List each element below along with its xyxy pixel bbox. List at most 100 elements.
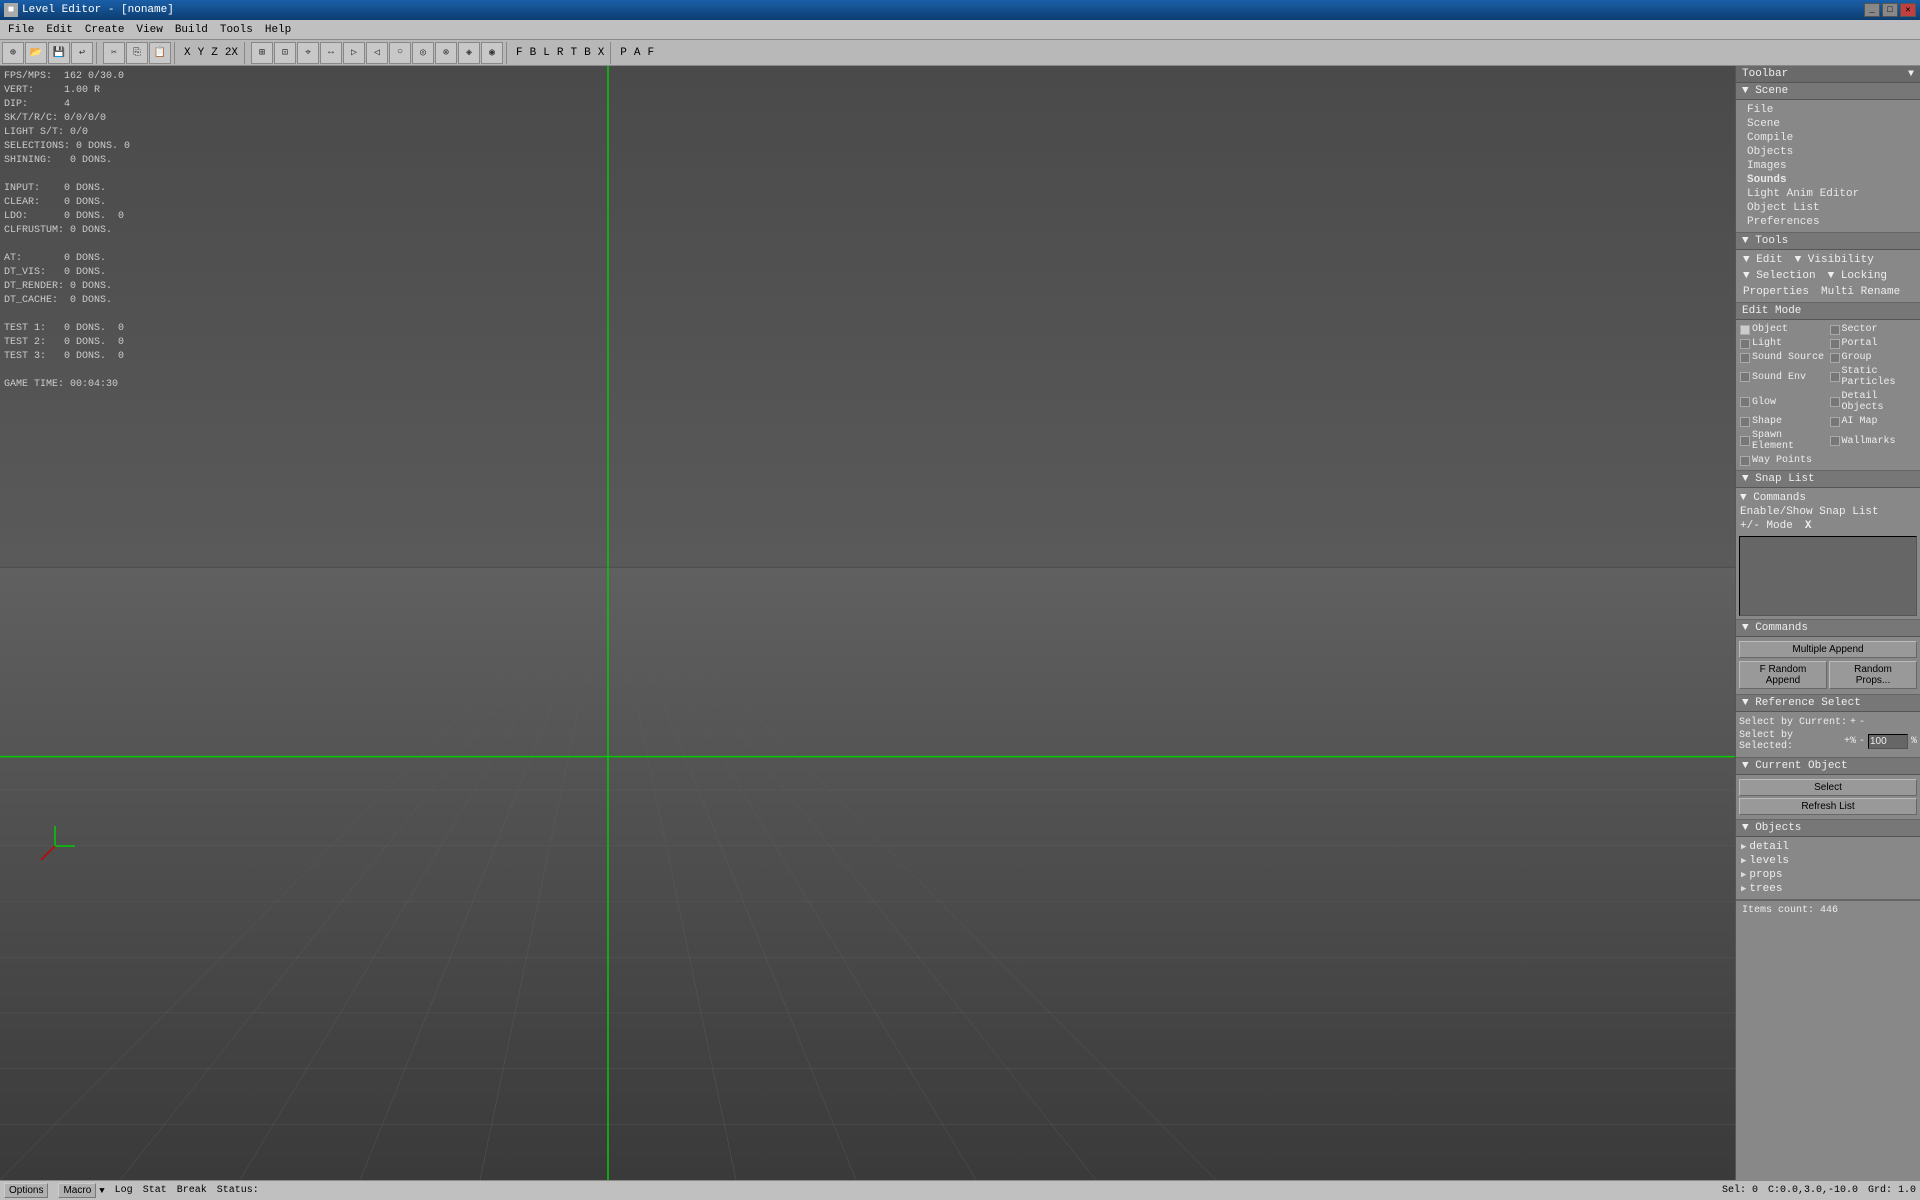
ref-selected-input[interactable]	[1868, 734, 1908, 749]
em-glow[interactable]: Glow	[1739, 390, 1828, 414]
em-way-points[interactable]: Way Points	[1739, 454, 1828, 467]
tb-new[interactable]: ⊕	[2, 42, 24, 64]
app-icon: ■	[4, 3, 18, 17]
em-sound-source[interactable]: Sound Source	[1739, 351, 1828, 364]
tools-header[interactable]: ▼ Tools	[1736, 233, 1920, 250]
reference-select-header[interactable]: ▼ Reference Select	[1736, 695, 1920, 712]
tree-item-props[interactable]: ▶ props	[1739, 868, 1917, 882]
current-object-header[interactable]: ▼ Current Object	[1736, 758, 1920, 775]
tb-move[interactable]: ⊞	[251, 42, 273, 64]
scene-link-file[interactable]: File	[1739, 103, 1917, 117]
scene-link-compile[interactable]: Compile	[1739, 131, 1917, 145]
em-sector[interactable]: Sector	[1829, 323, 1918, 336]
scene-link-images[interactable]: Images	[1739, 159, 1917, 173]
multiple-append-btn[interactable]: Multiple Append	[1739, 641, 1917, 658]
em-ai-map[interactable]: AI Map	[1829, 415, 1918, 428]
current-object-title: ▼ Current Object	[1742, 760, 1848, 772]
break-link[interactable]: Break	[177, 1185, 207, 1196]
tool-locking[interactable]: ▼ Locking	[1824, 269, 1891, 283]
em-wallmarks[interactable]: Wallmarks	[1829, 429, 1918, 453]
status-right: Sel: 0 C:0.0,3.0,-10.0 Grd: 1.0	[1722, 1185, 1916, 1196]
maximize-button[interactable]: □	[1882, 3, 1898, 17]
scene-header[interactable]: ▼ Scene	[1736, 83, 1920, 100]
tb-t1[interactable]: ▷	[343, 42, 365, 64]
stat-link[interactable]: Stat	[143, 1185, 167, 1196]
scene-link-preferences[interactable]: Preferences	[1739, 215, 1917, 229]
em-way-points-chk	[1740, 456, 1750, 466]
tb-scale[interactable]: ⌖	[297, 42, 319, 64]
tb-rotate[interactable]: ⊡	[274, 42, 296, 64]
viewport[interactable]: FPS/MPS: 162 0/30.0 VERT: 1.00 R DIP: 4 …	[0, 66, 1735, 1180]
refresh-list-btn[interactable]: Refresh List	[1739, 798, 1917, 815]
scene-link-sounds[interactable]: Sounds	[1739, 173, 1917, 187]
scene-link-objects[interactable]: Objects	[1739, 145, 1917, 159]
tb-t7[interactable]: ◉	[481, 42, 503, 64]
tree-item-levels[interactable]: ▶ levels	[1739, 854, 1917, 868]
ref-selected-plus[interactable]: +%	[1844, 736, 1856, 747]
tool-multi-rename[interactable]: Multi Rename	[1817, 285, 1904, 299]
random-props-btn[interactable]: Random Props...	[1829, 661, 1917, 689]
tb-t2[interactable]: ◁	[366, 42, 388, 64]
tb-label-2x: 2X	[222, 47, 241, 59]
ref-selected-pct-sign: %	[1911, 736, 1917, 747]
tb-t4[interactable]: ◎	[412, 42, 434, 64]
tb-open[interactable]: 📂	[25, 42, 47, 64]
macro-btn[interactable]: Macro	[58, 1183, 96, 1198]
scene-link-scene[interactable]: Scene	[1739, 117, 1917, 131]
snap-enable-label[interactable]: Enable/Show Snap List	[1740, 506, 1879, 518]
tb-t6[interactable]: ◈	[458, 42, 480, 64]
menu-tools[interactable]: Tools	[214, 22, 259, 38]
em-spawn-element[interactable]: Spawn Element	[1739, 429, 1828, 453]
scene-link-light-anim[interactable]: Light Anim Editor	[1739, 187, 1917, 201]
em-object[interactable]: Object	[1739, 323, 1828, 336]
tree-arrow-props: ▶	[1741, 870, 1746, 880]
log-link[interactable]: Log	[115, 1185, 133, 1196]
menu-file[interactable]: File	[2, 22, 40, 38]
menu-edit[interactable]: Edit	[40, 22, 78, 38]
tb-t3[interactable]: ○	[389, 42, 411, 64]
minimize-button[interactable]: _	[1864, 3, 1880, 17]
tb-cut[interactable]: ✂	[103, 42, 125, 64]
close-button[interactable]: ✕	[1900, 3, 1916, 17]
menu-help[interactable]: Help	[259, 22, 297, 38]
em-detail-objects[interactable]: Detail Objects	[1829, 390, 1918, 414]
select-btn[interactable]: Select	[1739, 779, 1917, 796]
curr-obj-content: Select Refresh List	[1736, 775, 1920, 819]
tree-item-trees[interactable]: ▶ trees	[1739, 882, 1917, 896]
tb-select[interactable]: ↔	[320, 42, 342, 64]
scene-section: ▼ Scene File Scene Compile Objects Image…	[1736, 83, 1920, 233]
tb-copy[interactable]: ⎘	[126, 42, 148, 64]
em-static-particles[interactable]: Static Particles	[1829, 365, 1918, 389]
snap-list-header[interactable]: ▼ Snap List	[1736, 471, 1920, 488]
menu-create[interactable]: Create	[79, 22, 131, 38]
menu-build[interactable]: Build	[169, 22, 214, 38]
tool-edit[interactable]: ▼ Edit	[1739, 253, 1787, 267]
panel-dropdown-icon[interactable]: ▼	[1908, 69, 1914, 80]
tb-undo[interactable]: ↩	[71, 42, 93, 64]
tb-label-y: Y	[195, 47, 208, 59]
em-group[interactable]: Group	[1829, 351, 1918, 364]
tool-selection[interactable]: ▼ Selection	[1739, 269, 1820, 283]
commands-header[interactable]: ▼ Commands	[1736, 620, 1920, 637]
menu-view[interactable]: View	[130, 22, 168, 38]
random-append-btn[interactable]: F Random Append	[1739, 661, 1827, 689]
snap-mode-x[interactable]: X	[1805, 520, 1812, 532]
em-light[interactable]: Light	[1739, 337, 1828, 350]
scene-link-object-list[interactable]: Object List	[1739, 201, 1917, 215]
edit-mode-header[interactable]: Edit Mode	[1736, 303, 1920, 320]
macro-dropdown-icon[interactable]: ▼	[99, 1186, 104, 1196]
tb-save[interactable]: 💾	[48, 42, 70, 64]
em-portal[interactable]: Portal	[1829, 337, 1918, 350]
tb-paste[interactable]: 📋	[149, 42, 171, 64]
tb-sep4	[506, 42, 510, 64]
em-sound-env[interactable]: Sound Env	[1739, 365, 1828, 389]
tool-visibility[interactable]: ▼ Visibility	[1791, 253, 1878, 267]
tb-t5[interactable]: ⊗	[435, 42, 457, 64]
em-shape[interactable]: Shape	[1739, 415, 1828, 428]
tree-item-detail[interactable]: ▶ detail	[1739, 840, 1917, 854]
objects-header[interactable]: ▼ Objects	[1736, 820, 1920, 837]
options-btn[interactable]: Options	[4, 1183, 48, 1198]
reference-select-title: ▼ Reference Select	[1742, 697, 1861, 709]
ref-current-plus[interactable]: +	[1850, 717, 1856, 728]
tool-properties[interactable]: Properties	[1739, 285, 1813, 299]
